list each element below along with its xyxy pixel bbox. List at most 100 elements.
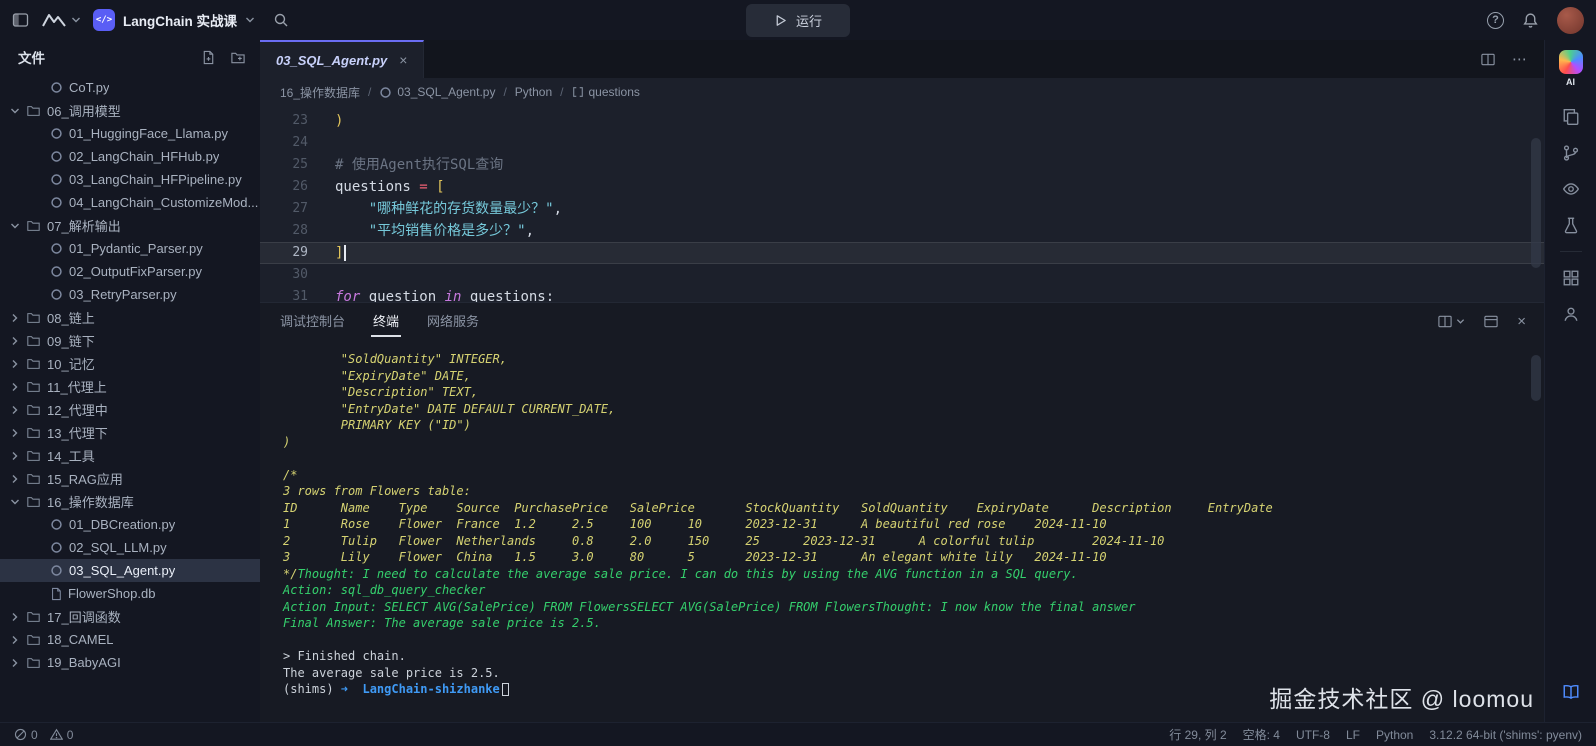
bell-icon[interactable] (1522, 12, 1539, 29)
maximize-panel-icon[interactable] (1483, 314, 1499, 329)
extensions-grid-icon[interactable] (1545, 260, 1596, 296)
user-avatar[interactable] (1557, 7, 1584, 34)
status-item[interactable]: UTF-8 (1296, 728, 1330, 742)
split-editor-icon[interactable] (1480, 52, 1496, 67)
run-label: 运行 (796, 11, 822, 30)
status-bar: 0 0 行 29, 列 2 空格: 4 UTF-8 LF Python 3.12.2 64… (0, 722, 1596, 746)
project-switcher[interactable]: </> LangChain 实战课 (93, 9, 255, 31)
tree-item[interactable]: 01_DBCreation.py (0, 513, 260, 536)
tab-close-icon[interactable]: × (399, 53, 407, 67)
new-file-icon[interactable] (201, 50, 216, 65)
tree-item[interactable]: 02_LangChain_HFHub.py (0, 145, 260, 168)
tree-item[interactable]: 16_操作数据库 (0, 490, 260, 513)
git-branch-icon[interactable] (1545, 135, 1596, 171)
tree-item[interactable]: 03_LangChain_HFPipeline.py (0, 168, 260, 191)
status-item[interactable]: 空格: 4 (1243, 726, 1280, 743)
tab-label: 03_SQL_Agent.py (276, 53, 387, 68)
tree-item-label: 01_HuggingFace_Llama.py (69, 126, 228, 141)
app-logo[interactable] (41, 11, 81, 29)
code-line[interactable]: 28 "平均销售价格是多少？", (260, 220, 1544, 242)
tree-item[interactable]: 13_代理下 (0, 421, 260, 444)
code-editor-area[interactable]: 23)2425# 使用Agent执行SQL查询26questions = [27… (260, 106, 1544, 302)
tree-item[interactable]: CoT.py (0, 76, 260, 99)
panel-layout-icon[interactable] (1437, 314, 1465, 329)
python-file-icon (50, 265, 63, 278)
text-cursor (344, 245, 346, 261)
chevron-right-icon (10, 336, 20, 346)
more-actions-icon[interactable]: ⋯ (1512, 50, 1528, 68)
tree-item[interactable]: 04_LangChain_CustomizeMod... (0, 191, 260, 214)
code-line[interactable]: 24 (260, 132, 1544, 154)
test-flask-icon[interactable] (1545, 207, 1596, 243)
profile-icon[interactable] (1545, 296, 1596, 332)
code-line[interactable]: 31for question in questions: (260, 286, 1544, 302)
new-folder-icon[interactable] (230, 50, 246, 65)
tree-item[interactable]: 11_代理上 (0, 375, 260, 398)
panel-tab[interactable]: 终端 (371, 305, 401, 337)
ai-assistant-button[interactable]: AI (1559, 50, 1583, 87)
code-line[interactable]: 23) (260, 110, 1544, 132)
terminal-line: > Finished chain. (283, 648, 1544, 665)
code-line[interactable]: 29] (260, 242, 1544, 264)
tree-item[interactable]: 03_SQL_Agent.py (0, 559, 260, 582)
error-count[interactable]: 0 (14, 728, 38, 742)
run-button[interactable]: 运行 (746, 4, 850, 37)
tree-item[interactable]: 07_解析输出 (0, 214, 260, 237)
status-item[interactable]: 行 29, 列 2 (1169, 726, 1226, 743)
terminal-line: (shims) ➜ LangChain-shizhanke (283, 681, 1544, 698)
tree-item[interactable]: 02_SQL_LLM.py (0, 536, 260, 559)
breadcrumb-separator: / (560, 85, 563, 99)
code-line[interactable]: 25# 使用Agent执行SQL查询 (260, 154, 1544, 176)
folder-icon (26, 426, 41, 440)
status-item[interactable]: Python (1376, 728, 1413, 742)
tree-item[interactable]: 01_HuggingFace_Llama.py (0, 122, 260, 145)
tree-item[interactable]: 09_链下 (0, 329, 260, 352)
breadcrumb-label: Python (515, 85, 552, 99)
tree-item[interactable]: 19_BabyAGI (0, 651, 260, 674)
chevron-right-icon (10, 428, 20, 438)
warning-count[interactable]: 0 (50, 728, 74, 742)
tree-item[interactable]: 01_Pydantic_Parser.py (0, 237, 260, 260)
search-icon[interactable] (273, 12, 289, 28)
tree-item[interactable]: 12_代理中 (0, 398, 260, 421)
close-panel-icon[interactable]: × (1517, 313, 1526, 330)
tree-item[interactable]: 17_回调函数 (0, 605, 260, 628)
breadcrumb-item[interactable]: questions (572, 85, 640, 99)
status-item[interactable]: LF (1346, 728, 1360, 742)
tree-item[interactable]: 10_记忆 (0, 352, 260, 375)
panel-tab[interactable]: 调试控制台 (278, 305, 347, 337)
status-item[interactable]: 3.12.2 64-bit ('shims': pyenv) (1429, 728, 1582, 742)
docs-book-icon[interactable] (1545, 674, 1596, 710)
line-number: 24 (260, 132, 308, 154)
code-line[interactable]: 27 "哪种鲜花的存货数量最少？", (260, 198, 1544, 220)
tree-item[interactable]: 15_RAG应用 (0, 467, 260, 490)
chevron-right-icon (10, 635, 20, 645)
file-tree: CoT.py06_调用模型 01_HuggingFace_Llama.py 02_L… (0, 74, 260, 722)
chevron-right-icon (10, 359, 20, 369)
tree-item[interactable]: 08_链上 (0, 306, 260, 329)
tab-03-sql-agent[interactable]: 03_SQL_Agent.py × (260, 40, 424, 78)
code-line[interactable]: 30 (260, 264, 1544, 286)
preview-eye-icon[interactable] (1545, 171, 1596, 207)
sidebar-toggle-icon[interactable] (12, 12, 29, 28)
breadcrumb-item[interactable]: 03_SQL_Agent.py (379, 85, 495, 99)
tree-item-label: 02_OutputFixParser.py (69, 264, 202, 279)
tree-item[interactable]: 03_RetryParser.py (0, 283, 260, 306)
breadcrumb-item[interactable]: 16_操作数据库 (280, 84, 360, 101)
help-icon[interactable]: ? (1487, 12, 1504, 29)
tree-item-label: FlowerShop.db (68, 586, 155, 601)
bottom-panel: 调试控制台终端网络服务 × "SoldQuantity" INTEGER, "E… (260, 302, 1544, 722)
terminal-scrollbar[interactable] (1531, 355, 1541, 401)
terminal-output[interactable]: "SoldQuantity" INTEGER, "ExpiryDate" DAT… (260, 339, 1544, 722)
code-line[interactable]: 26questions = [ (260, 176, 1544, 198)
copy-files-icon[interactable] (1545, 99, 1596, 135)
editor-scrollbar[interactable] (1531, 138, 1541, 268)
tree-item[interactable]: 06_调用模型 (0, 99, 260, 122)
tree-item[interactable]: 14_工具 (0, 444, 260, 467)
panel-tab[interactable]: 网络服务 (425, 305, 481, 337)
tree-item[interactable]: 02_OutputFixParser.py (0, 260, 260, 283)
terminal-line: "Description" TEXT, (283, 384, 1544, 401)
tree-item[interactable]: FlowerShop.db (0, 582, 260, 605)
breadcrumb-item[interactable]: Python (515, 85, 552, 99)
tree-item[interactable]: 18_CAMEL (0, 628, 260, 651)
